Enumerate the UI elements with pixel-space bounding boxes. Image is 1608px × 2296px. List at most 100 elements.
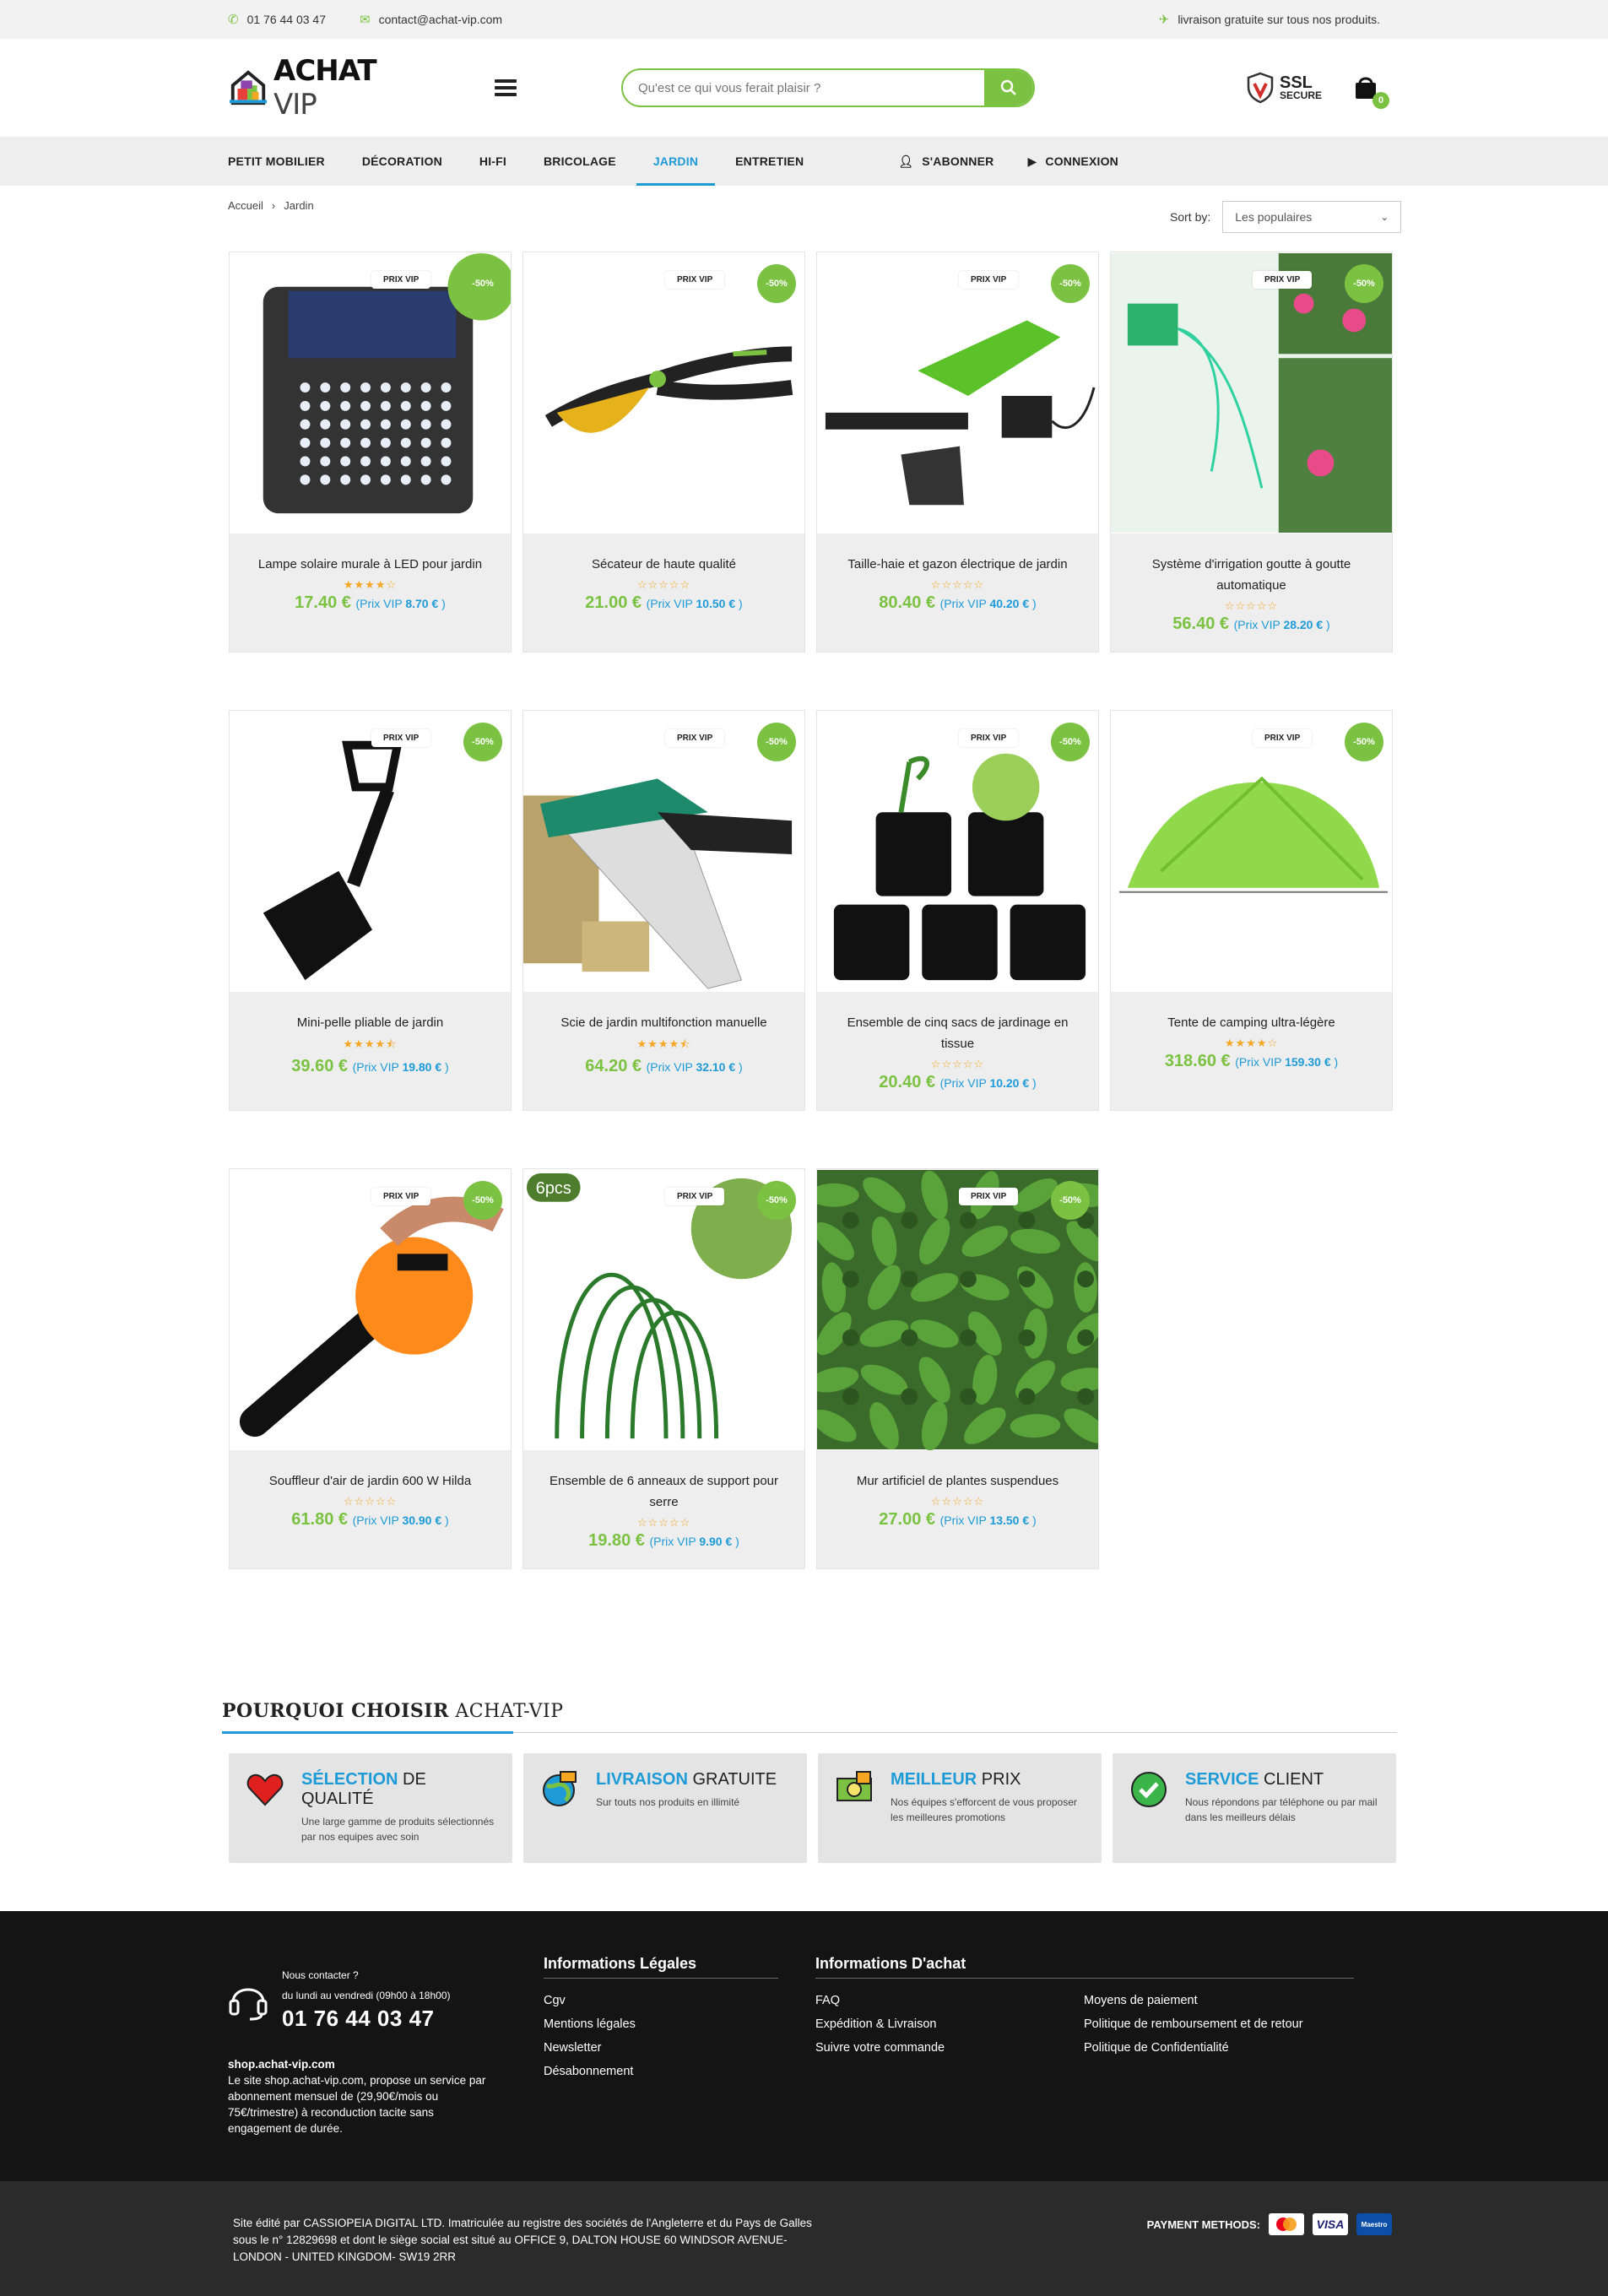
discount-badge: -50% [1345, 264, 1383, 303]
prix-vip-badge: PRIX VIP [959, 1188, 1019, 1205]
user-icon: 👤︎ [898, 154, 914, 168]
site-logo[interactable]: ACHAT VIP [228, 54, 422, 122]
nav-entretien[interactable]: ENTRETIEN [735, 137, 804, 186]
top-email[interactable]: ✉ contact@achat-vip.com [360, 12, 502, 27]
prix-vip-badge: PRIX VIP [1253, 271, 1313, 289]
product-name[interactable]: Ensemble de cinq sacs de jardinage en ti… [831, 1012, 1085, 1054]
nav-hifi[interactable]: HI-FI [479, 137, 506, 186]
discount-badge: -50% [757, 1181, 796, 1220]
vip-price: (Prix VIP 10.50 € ) [646, 597, 743, 610]
discount-badge: -50% [1051, 723, 1090, 761]
search-input[interactable] [623, 80, 984, 95]
payment-methods: PAYMENT METHODS: VISA Maestro [1147, 2213, 1392, 2235]
phone-icon: ✆ [228, 13, 239, 27]
sort-select[interactable]: Les populaires ⌄ [1222, 201, 1402, 233]
vip-price: (Prix VIP 159.30 € ) [1235, 1055, 1339, 1069]
nav-bricolage[interactable]: BRICOLAGE [544, 137, 616, 186]
product-card[interactable]: PRIX VIP -50% Mini-pelle pliable de jardin… [229, 710, 512, 1111]
discount-badge: -50% [757, 264, 796, 303]
footer-legal-column: Informations Légales .fcol.l h3::after{}… [544, 1955, 778, 2083]
product-card[interactable]: PRIX VIP -50% Sécateur de haute qualité ☆☆☆… [522, 252, 805, 653]
product-name[interactable]: Sécateur de haute qualité [537, 554, 791, 575]
prix-vip-badge: PRIX VIP [665, 729, 725, 747]
payment-label: PAYMENT METHODS: [1146, 2217, 1260, 2231]
product-price: 19.80 € (Prix VIP 9.90 € ) [588, 1531, 739, 1550]
search-button[interactable] [984, 70, 1033, 106]
rating-stars: ☆☆☆☆☆ [636, 1516, 691, 1529]
product-image[interactable]: PRIX VIP -50% [523, 252, 804, 533]
breadcrumb-home[interactable]: Accueil [228, 199, 263, 212]
product-image[interactable]: PRIX VIP -50% [230, 1169, 511, 1450]
product-image[interactable]: PRIX VIP -50% [230, 252, 511, 533]
footer-link-cgv[interactable]: Cgv [544, 1989, 778, 2012]
footer-link-shipping[interactable]: Expédition & Livraison [815, 2012, 1084, 2036]
product-card[interactable]: 6pcs PRIX VIP -50% Ensemble de 6 anneaux de… [522, 1168, 805, 1569]
discount-badge: -50% [1345, 723, 1383, 761]
ssl-badge: SSL SECURE [1246, 72, 1322, 104]
product-card[interactable]: PRIX VIP -50% Mur artificiel de plantes su… [816, 1168, 1099, 1569]
product-name[interactable]: Scie de jardin multifonction manuelle [537, 1012, 791, 1033]
top-phone[interactable]: ✆ 01 76 44 03 47 [228, 12, 326, 27]
product-card[interactable]: PRIX VIP -50% Taille-haie et gazon électri… [816, 252, 1099, 653]
svg-text:6pcs: 6pcs [536, 1179, 571, 1198]
footer-link-newsletter[interactable]: Newsletter [544, 2036, 778, 2060]
footer-link-faq[interactable]: FAQ [815, 1989, 1084, 2012]
product-image[interactable]: PRIX VIP -50% [817, 252, 1098, 533]
product-card[interactable]: PRIX VIP -50% Tente de camping ultra-légèr… [1110, 710, 1393, 1111]
nav-decoration[interactable]: DÉCORATION [362, 137, 442, 186]
product-card[interactable]: PRIX VIP -50% Souffleur d'air de jardin 60… [229, 1168, 512, 1569]
login-link[interactable]: ▶ CONNEXION [1027, 137, 1118, 186]
vip-price: (Prix VIP 9.90 € ) [649, 1535, 739, 1548]
why-title: POURQUOI CHOISIR ACHAT-VIP [222, 1700, 1397, 1734]
product-name[interactable]: Système d'irrigation goutte à goutte aut… [1124, 554, 1378, 596]
footer-link-track[interactable]: Suivre votre commande [815, 2036, 1084, 2060]
cart-button[interactable]: 0 [1352, 73, 1390, 109]
footer-link-mentions[interactable]: Mentions légales [544, 2012, 778, 2036]
header: ACHAT VIP SSLSECURE 0 [0, 39, 1608, 137]
vip-price: (Prix VIP 40.20 € ) [939, 597, 1037, 610]
product-card[interactable]: PRIX VIP -50% Système d'irrigation goutte … [1110, 252, 1393, 653]
nav-petit-mobilier[interactable]: PETIT MOBILIER [228, 137, 325, 186]
breadcrumb: Accueil › Jardin [228, 199, 314, 212]
why-box-service: SERVICE CLIENT Nous répondons par télépho… [1113, 1753, 1396, 1863]
why-choose-section: POURQUOI CHOISIR ACHAT-VIP SÉLECTION DE … [222, 1700, 1397, 1863]
product-name[interactable]: Souffleur d'air de jardin 600 W Hilda [243, 1470, 497, 1492]
product-image[interactable]: PRIX VIP -50% [1111, 252, 1392, 533]
product-image[interactable]: PRIX VIP -50% [523, 711, 804, 992]
product-image[interactable]: PRIX VIP -50% [817, 1169, 1098, 1450]
product-name[interactable]: Mini-pelle pliable de jardin [243, 1012, 497, 1033]
search-bar [621, 68, 1035, 107]
product-image[interactable]: PRIX VIP -50% [1111, 711, 1392, 992]
footer-phone[interactable]: 01 76 44 03 47 [282, 2006, 451, 2032]
plane-icon: ✈ [1158, 13, 1170, 27]
product-image[interactable]: PRIX VIP -50% [817, 711, 1098, 992]
nav-jardin[interactable]: JARDIN [636, 137, 716, 186]
product-image[interactable]: 6pcs PRIX VIP -50% [523, 1169, 804, 1450]
product-name[interactable]: Tente de camping ultra-légère [1124, 1012, 1378, 1033]
rating-stars: ☆☆☆☆☆ [930, 1495, 985, 1508]
discount-badge: -50% [463, 1181, 502, 1220]
subscribe-link[interactable]: 👤︎ S'ABONNER [898, 137, 993, 186]
product-name[interactable]: Mur artificiel de plantes suspendues [831, 1470, 1085, 1492]
product-card[interactable]: PRIX VIP -50% Lampe solaire murale à LED p… [229, 252, 512, 653]
rating-stars: ★★★★☆ [343, 578, 398, 591]
bottom-bar: Site édité par CASSIOPEIA DIGITAL LTD. I… [0, 2181, 1608, 2296]
product-image[interactable]: PRIX VIP -50% [230, 711, 511, 992]
product-price: 80.40 € (Prix VIP 40.20 € ) [879, 593, 1037, 612]
mail-icon: ✉ [360, 13, 371, 27]
footer-link-unsubscribe[interactable]: Désabonnement [544, 2060, 778, 2083]
footer-link-refund[interactable]: Politique de remboursement et de retour [1084, 2012, 1303, 2036]
footer-site[interactable]: shop.achat-vip.com [228, 2056, 490, 2072]
footer-link-privacy[interactable]: Politique de Confidentialité [1084, 2036, 1303, 2060]
prix-vip-badge: PRIX VIP [959, 729, 1019, 747]
vip-price: (Prix VIP 28.20 € ) [1233, 618, 1330, 631]
product-name[interactable]: Lampe solaire murale à LED pour jardin [243, 554, 497, 575]
menu-icon[interactable] [495, 76, 517, 100]
product-card[interactable]: PRIX VIP -50% Scie de jardin multifonction… [522, 710, 805, 1111]
product-card[interactable]: PRIX VIP -50% Ensemble de cinq sacs de jar… [816, 710, 1099, 1111]
footer-link-payment[interactable]: Moyens de paiement [1084, 1989, 1303, 2012]
logo-text-bold: ACHAT [273, 54, 377, 88]
product-name[interactable]: Ensemble de 6 anneaux de support pour se… [537, 1470, 791, 1513]
product-name[interactable]: Taille-haie et gazon électrique de jardi… [831, 554, 1085, 575]
search-icon [1000, 79, 1016, 95]
